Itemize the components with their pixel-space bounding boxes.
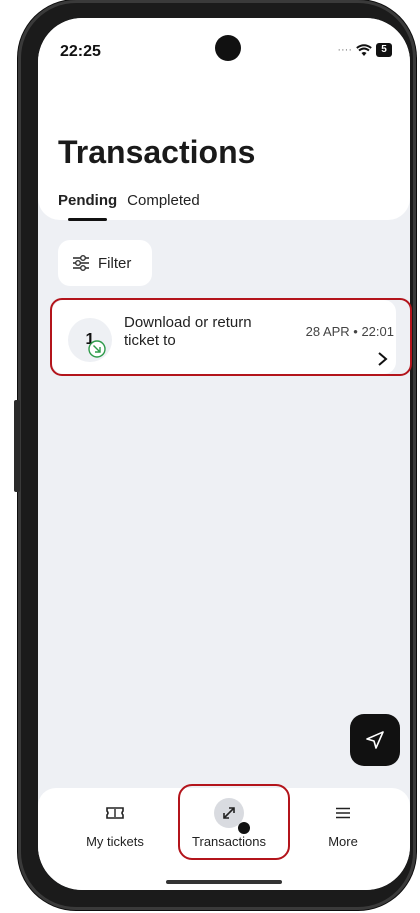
sliders-icon (73, 255, 89, 271)
front-camera (215, 35, 241, 61)
wifi-icon (356, 43, 372, 56)
nav-item-transactions[interactable]: Transactions (174, 798, 284, 849)
signal-dots-icon: ···· (337, 44, 352, 56)
transfer-icon-wrap (214, 798, 250, 834)
chevron-right-icon (378, 352, 388, 366)
tab-pending[interactable]: Pending (58, 192, 117, 221)
menu-icon (336, 807, 350, 819)
send-icon (366, 731, 384, 749)
header-area: 22:25 ···· 5 Transactions Pending Comple… (38, 18, 410, 221)
download-arrow-icon (88, 340, 106, 358)
battery-icon: 5 (376, 43, 392, 57)
status-icons: ···· 5 (337, 43, 392, 57)
send-button[interactable] (350, 714, 400, 766)
status-time: 22:25 (60, 43, 101, 60)
menu-icon-wrap (328, 798, 358, 828)
ticket-icon (106, 807, 124, 819)
transfer-icon (223, 807, 235, 819)
tab-bar: Pending Completed (58, 192, 200, 221)
side-button (14, 400, 20, 492)
bottom-navigation: My tickets Transactions More (38, 788, 410, 890)
transaction-title: Download or return ticket to (124, 314, 252, 349)
nav-label-more: More (328, 834, 358, 849)
nav-label-my-tickets: My tickets (86, 834, 144, 849)
ticket-icon-wrap (100, 798, 130, 828)
filter-button[interactable]: Filter (58, 240, 152, 286)
home-indicator[interactable] (166, 880, 282, 884)
filter-label: Filter (98, 254, 132, 272)
tab-completed[interactable]: Completed (127, 192, 200, 209)
active-indicator-dot (238, 822, 250, 834)
nav-item-more[interactable]: More (288, 798, 398, 849)
nav-item-my-tickets[interactable]: My tickets (60, 798, 170, 849)
transaction-date: 28 APR • 22:01 (305, 324, 394, 339)
app-screen: 22:25 ···· 5 Transactions Pending Comple… (38, 18, 410, 890)
page-title: Transactions (58, 134, 256, 170)
transaction-card[interactable]: 1 Download or return ticket to 28 APR • … (52, 300, 396, 374)
nav-label-transactions: Transactions (192, 834, 266, 849)
